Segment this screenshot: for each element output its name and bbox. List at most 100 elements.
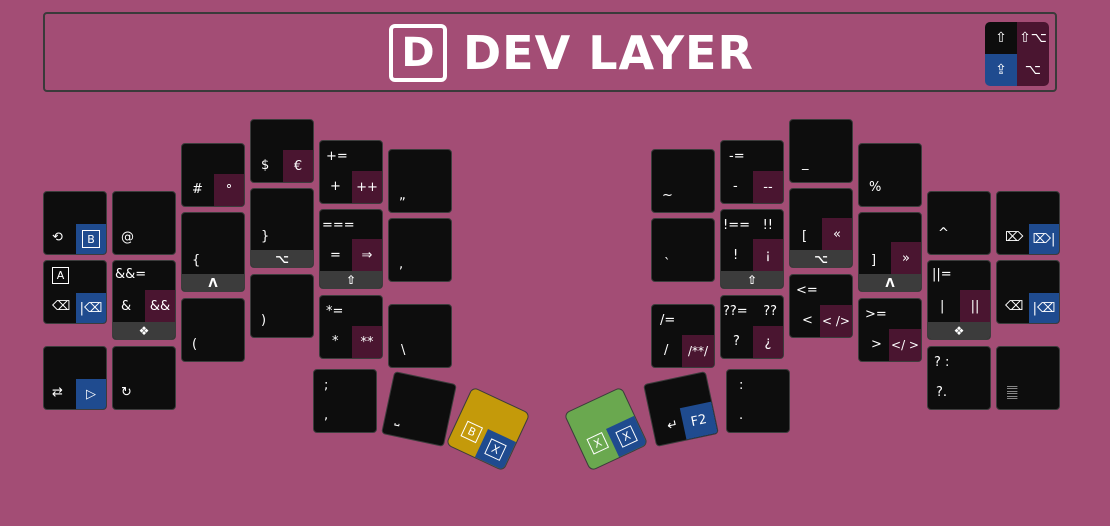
thumb-left-box-x: X [484,438,507,461]
backspace-line-icon: |⌫ [1029,293,1059,323]
key-dollar-sub: € [283,150,313,182]
key-bracket-close: ] » Λ [858,212,922,292]
key-brace-close-label: } [261,229,270,244]
key-bracket-open: [ « ⌥ [789,188,853,268]
key-brace-open-label: { [192,253,201,268]
key-backspace-right: ⌫ |⌫ [996,260,1060,324]
enter-icon: ↵ [665,417,680,435]
key-dollar-label: $ [261,158,270,173]
key-less: <= < < /> [789,274,853,338]
key-question-label: ? [733,334,740,349]
key-paren-close: ) [250,274,314,338]
key-numpad: 𝄛 [996,346,1060,410]
layer-title: DEV LAYER [463,26,754,80]
shift-icon: ⇧ [985,22,1017,54]
key-colon-label: . [739,408,744,423]
key-backtick: ` [651,218,715,282]
ctrl-icon: Λ [859,274,921,291]
key-hash: # ° [181,143,245,207]
backspace-icon: ⌫ [52,299,71,314]
super-icon: ❖ [113,322,175,339]
key-undo-sub: B [76,224,106,254]
key-underscore: _ [789,119,853,183]
key-brace-open: { Λ [181,212,245,292]
key-slash-top: /= [660,313,676,328]
key-minus-top: -= [729,149,745,164]
key-greater-top: >= [865,307,887,322]
fat-arrow-icon: ⇒ [352,239,382,271]
key-question-top2: ?? [763,304,777,319]
key-redo: ↻ [112,346,176,410]
key-bang-top: !== [723,218,750,233]
key-greater: >= > </ > [858,298,922,362]
key-bang: !== !! ! ¡ ⇧ [720,209,784,289]
key-caret-label: ^ [938,226,949,241]
delete-line-icon: |⌫ [76,293,106,323]
thumb-right-corner: X [606,415,648,458]
key-ternary-top: ? : [934,355,950,370]
key-space: ⎵ [381,371,457,447]
key-bang-sub: ¡ [753,239,783,271]
key-pipe-top: ||= [932,267,952,282]
alt-icon: ⌥ [790,250,852,267]
key-semicolon: ; , [313,369,377,433]
super-icon: ❖ [928,322,990,339]
key-bracket-open-sub: « [822,218,852,250]
redo-icon: ↻ [121,385,132,400]
play-icon: ▷ [76,379,106,409]
key-ampersand-label: & [121,299,132,314]
key-delete-word: ⌦ ⌦| [996,191,1060,255]
key-comma: , [388,218,452,282]
key-ternary: ? : ?. [927,346,991,410]
alt-icon: ⌥ [1017,54,1049,86]
caps-lock-icon: ⇪ [985,54,1017,86]
logo-letter: D [401,30,435,76]
key-underscore-label: _ [802,156,809,171]
key-less-sub: < /> [820,305,852,337]
key-ampersand: &&= & && ❖ [112,260,176,340]
key-ternary-label: ?. [936,385,948,400]
key-backtick-label: ` [664,257,671,272]
thumb-left-tile: B X [445,386,531,472]
shift-icon: ⇧ [320,271,382,288]
key-pipe-sub: || [960,290,990,322]
key-ampersand-sub: && [145,290,175,322]
modifier-legend: ⇧ ⇧⌥ ⇪ ⌥ [985,22,1049,86]
key-caret: ^ [927,191,991,255]
shift-icon: ⇧ [721,271,783,288]
key-paren-close-label: ) [261,313,267,328]
key-question: ??= ?? ? ¿ [720,295,784,359]
key-backslash-label: \ [401,343,406,358]
key-hash-sub: ° [214,174,244,206]
delete-icon: ⌦ [1005,230,1024,245]
thumb-right-tile: X X [563,386,649,472]
key-star-top: *= [326,304,344,319]
key-equals-top: === [322,218,355,233]
key-percent-label: % [869,180,882,195]
key-semicolon-top: ; [324,378,329,393]
key-semicolon-label: , [324,408,329,423]
key-colon-top: : [739,378,744,393]
key-enter-sub: F2 [679,401,718,440]
backspace-icon: ⌫ [1005,299,1024,314]
key-paren-open: ( [181,298,245,362]
undo-icon: ⟲ [52,230,63,245]
key-plus: += + ++ [319,140,383,204]
numpad-icon: 𝄛 [1007,385,1018,400]
key-pipe: ||= | || ❖ [927,260,991,340]
key-bracket-close-sub: » [891,242,921,274]
key-equals-label: = [330,248,341,263]
key-star-label: * [332,334,339,349]
key-backslash: \ [388,304,452,368]
key-comma-label: , [399,257,404,272]
key-bang-top2: !! [762,218,773,233]
key-equals: === = ⇒ ⇧ [319,209,383,289]
key-pipe-label: | [940,299,945,314]
key-tilde: ~ [651,149,715,213]
key-slash-sub: /**/ [682,335,714,367]
key-slash-label: / [664,343,669,358]
key-star-sub: ** [352,326,382,358]
key-backspace-left: A ⌫ |⌫ [43,260,107,324]
key-paren-open-label: ( [192,337,198,352]
key-minus-sub: -- [753,171,783,203]
